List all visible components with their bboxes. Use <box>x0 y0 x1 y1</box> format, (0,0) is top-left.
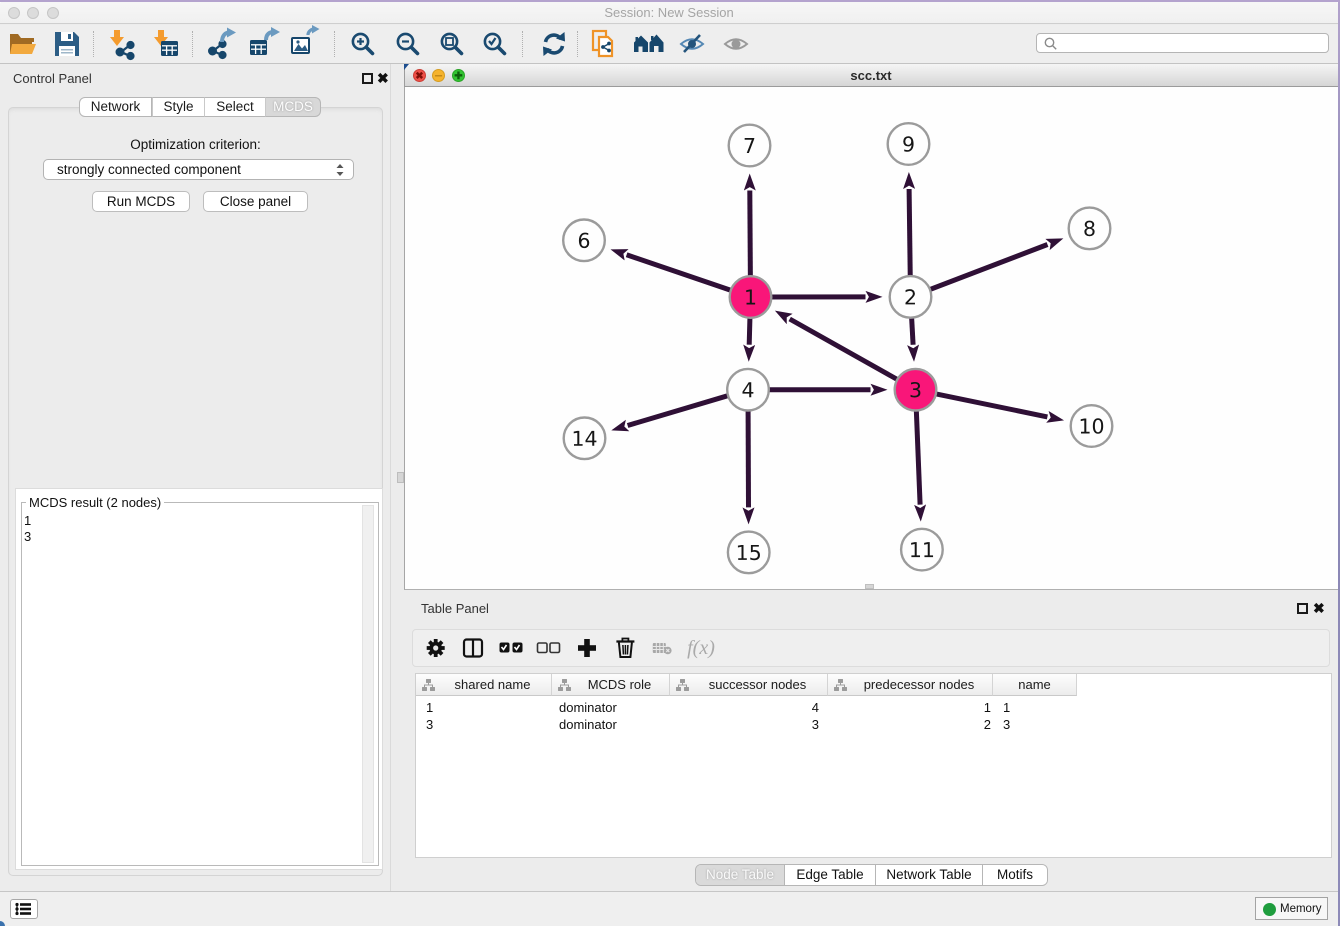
svg-text:f(x): f(x) <box>687 637 715 659</box>
